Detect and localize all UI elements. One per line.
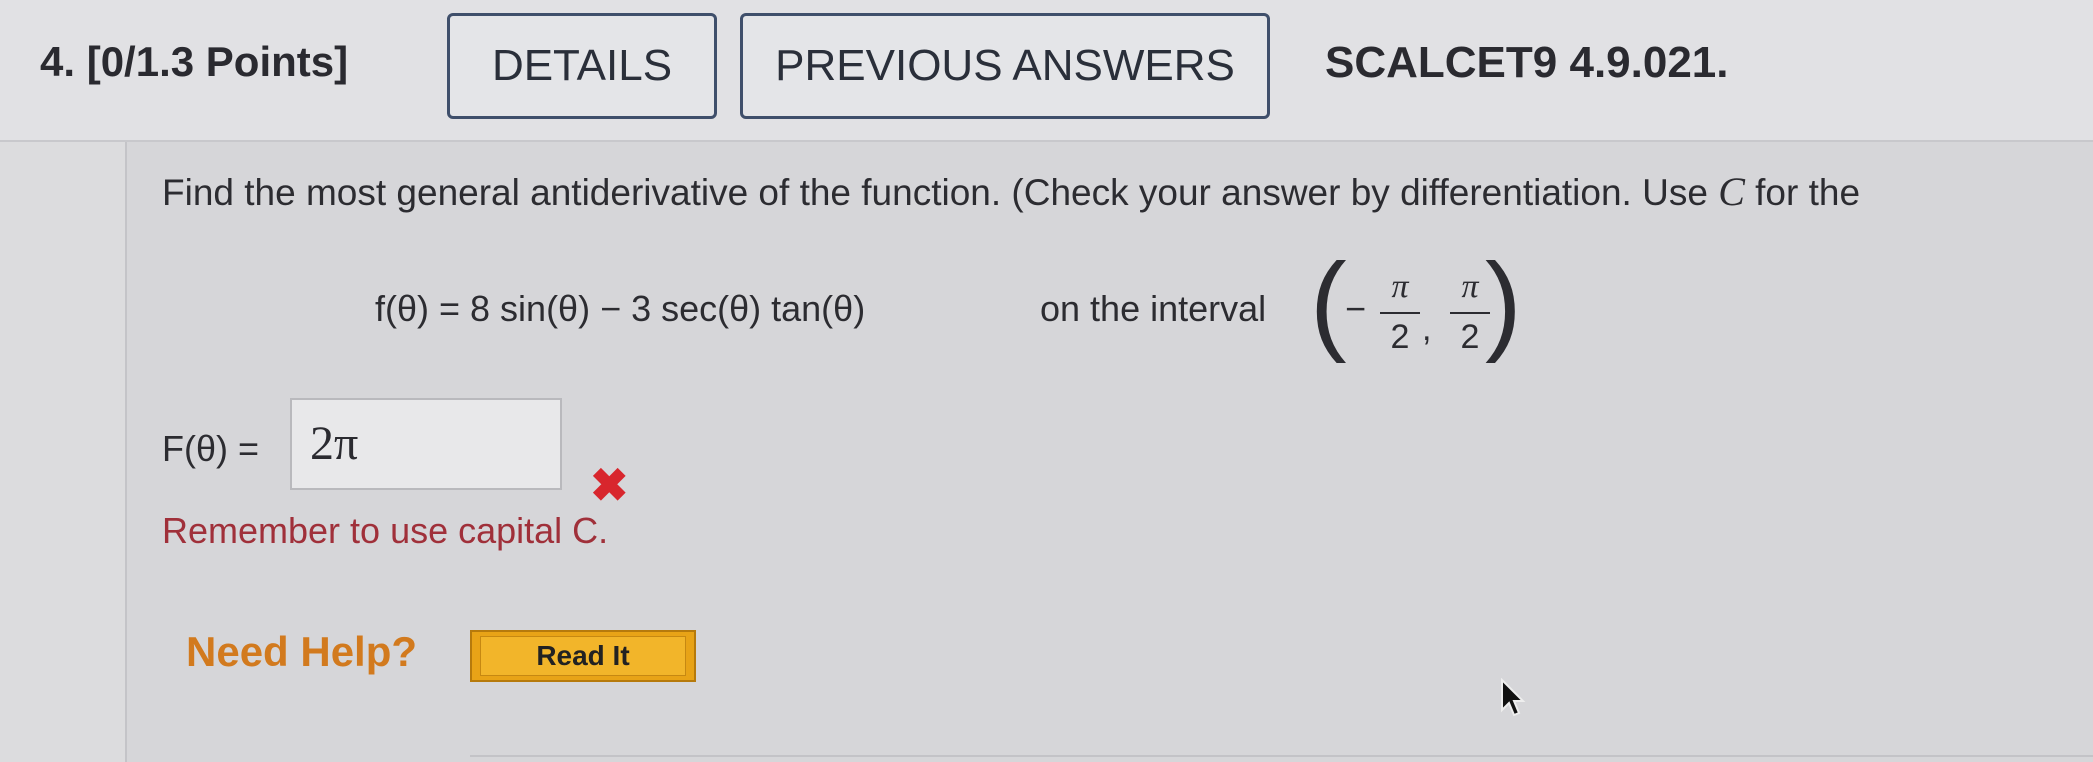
fraction-numerator: π	[1391, 268, 1409, 305]
interval-close-paren: )	[1485, 241, 1522, 364]
x-mark-icon: ✖	[590, 459, 629, 511]
details-button[interactable]: DETAILS	[447, 13, 717, 119]
interval-minus: −	[1345, 288, 1367, 329]
need-help-label: Need Help?	[186, 628, 418, 675]
question-header: 4. [0/1.3 Points] DETAILS PREVIOUS ANSWE…	[0, 0, 2093, 142]
fraction-denominator: 2	[1460, 318, 1480, 356]
question-points: [0/1.3 Points]	[86, 38, 349, 85]
fraction-numerator: π	[1461, 268, 1479, 305]
interval-label: on the interval	[1040, 288, 1267, 329]
answer-label: F(θ) =	[162, 428, 260, 469]
instruction-text: Find the most general antiderivative of …	[162, 168, 1860, 215]
question-number: 4.	[40, 38, 76, 85]
fraction-denominator: 2	[1390, 318, 1410, 356]
instruction-variable: C	[1718, 169, 1745, 214]
fraction-bar	[1450, 312, 1490, 314]
interval-comma: ,	[1422, 310, 1432, 348]
read-it-label: Read It	[480, 636, 686, 676]
mouse-pointer-icon	[1501, 678, 1526, 717]
previous-answers-button[interactable]: PREVIOUS ANSWERS	[740, 13, 1270, 119]
interval-lower-fraction: π 2	[1380, 268, 1420, 357]
function-expression: f(θ) = 8 sin(θ) − 3 sec(θ) tan(θ)	[375, 288, 866, 329]
question-title: 4. [0/1.3 Points]	[40, 38, 348, 86]
fraction-bar	[1380, 312, 1420, 314]
interval-open-paren: (	[1310, 241, 1347, 364]
divider	[470, 755, 2093, 757]
instruction-start: Find the most general antiderivative of …	[162, 172, 1708, 213]
answer-input[interactable]: 2π	[290, 398, 562, 490]
interval-upper-fraction: π 2	[1450, 268, 1490, 357]
question-id: SCALCET9 4.9.021.	[1325, 38, 1729, 87]
instruction-end: for the	[1755, 172, 1861, 213]
feedback-text: Remember to use capital C.	[162, 510, 609, 551]
read-it-button[interactable]: Read It	[470, 630, 696, 682]
